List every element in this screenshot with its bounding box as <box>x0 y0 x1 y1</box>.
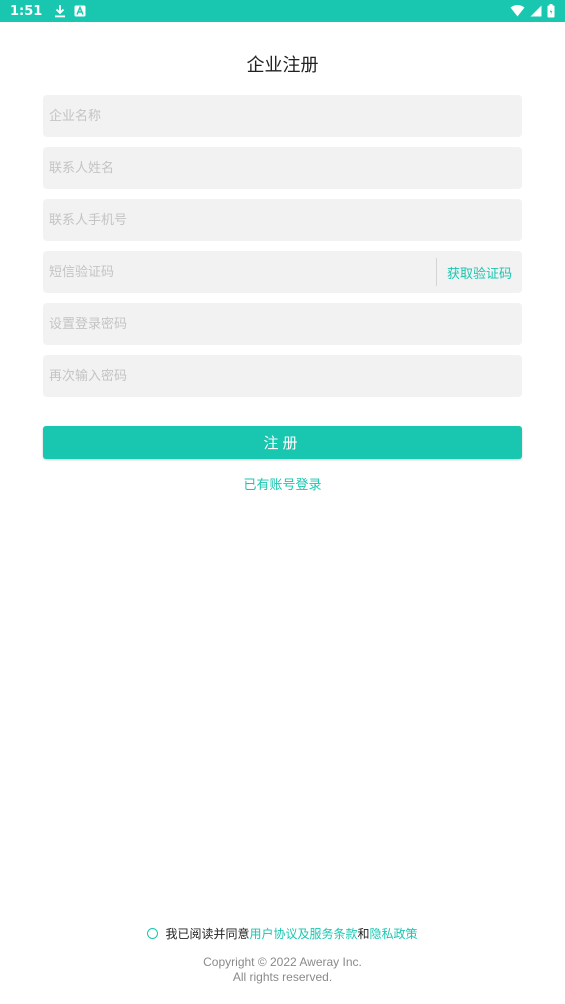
status-bar-right <box>510 4 555 18</box>
copyright-line2: All rights reserved. <box>232 970 333 984</box>
terms-link[interactable]: 用户协议及服务条款 <box>249 925 357 942</box>
agreement-prefix: 我已阅读并同意 <box>165 927 250 941</box>
signal-icon <box>530 5 542 17</box>
agree-radio-button[interactable] <box>147 928 159 939</box>
contact-name-input[interactable] <box>43 147 522 189</box>
copyright-line1: Copyright © 2022 Aweray Inc. <box>203 955 362 969</box>
login-link[interactable]: 已有账号登录 <box>0 474 565 493</box>
confirm-password-input[interactable] <box>43 355 522 397</box>
sms-code-field: 获取验证码 <box>43 251 522 293</box>
status-bar-left: 1:51 <box>10 4 86 19</box>
contact-phone-input[interactable] <box>43 199 522 241</box>
confirm-password-field <box>43 355 522 397</box>
privacy-link[interactable]: 隐私政策 <box>370 925 418 942</box>
status-bar: 1:51 <box>0 0 565 22</box>
sms-code-input[interactable] <box>43 251 436 293</box>
company-name-input[interactable] <box>43 95 522 137</box>
get-code-button[interactable]: 获取验证码 <box>437 251 522 293</box>
copyright: Copyright © 2022 Aweray Inc. All rights … <box>0 955 565 985</box>
contact-phone-field <box>43 199 522 241</box>
status-time: 1:51 <box>10 3 43 19</box>
password-input[interactable] <box>43 303 522 345</box>
agreement-row: 我已阅读并同意 用户协议及服务条款 和 隐私政策 <box>0 925 565 942</box>
font-icon <box>74 5 86 17</box>
register-button[interactable]: 注册 <box>43 426 522 459</box>
page-title: 企业注册 <box>246 55 319 76</box>
agreement-and: 和 <box>357 927 370 941</box>
company-name-field <box>43 95 522 137</box>
wifi-icon <box>510 5 525 17</box>
password-field <box>43 303 522 345</box>
battery-icon <box>547 4 555 18</box>
download-icon <box>54 4 66 18</box>
contact-name-field <box>43 147 522 189</box>
